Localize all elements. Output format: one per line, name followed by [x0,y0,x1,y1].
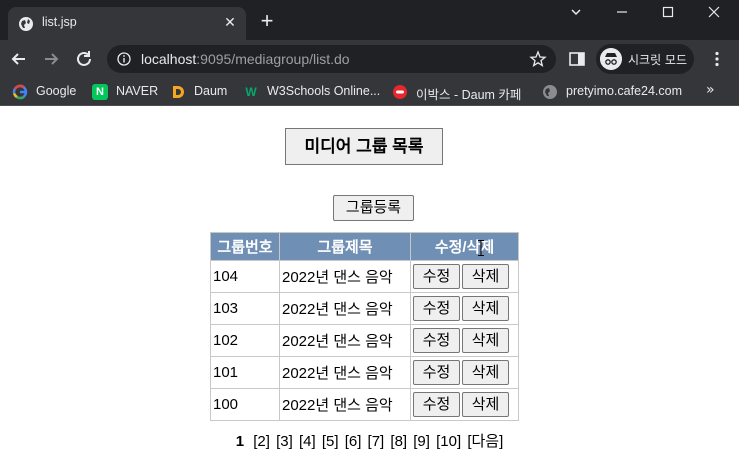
cell-group-number: 104 [210,260,280,293]
url-host: localhost [141,51,197,67]
google-icon [12,84,28,100]
page-link[interactable]: [4] [299,433,316,450]
table-row: 103 2022년 댄스 음악 수정 삭제 [210,292,519,325]
delete-button[interactable]: 삭제 [462,296,509,321]
address-bar[interactable]: localhost:9095/mediagroup/list.do [107,45,556,73]
page-link[interactable]: [8] [390,433,407,450]
cell-actions: 수정 삭제 [410,292,519,325]
register-group-button[interactable]: 그룹등록 [333,195,414,221]
page-content: 미디어 그룹 목록 그룹등록 그룹번호 그룹제목 수정/삭제 104 2022년… [0,107,739,464]
tab-search-icon[interactable] [553,0,599,28]
cell-group-number: 103 [210,292,280,325]
table-header-row: 그룹번호 그룹제목 수정/삭제 [210,232,519,261]
delete-button[interactable]: 삭제 [462,392,509,417]
header-group-title: 그룹제목 [279,232,411,261]
page-link[interactable]: [6] [345,433,362,450]
page-link[interactable]: [7] [368,433,385,450]
cell-group-number: 100 [210,388,280,421]
globe-icon [543,85,557,99]
page-link[interactable]: [2] [253,433,270,450]
bookmark-star-icon[interactable] [529,50,547,68]
url-path: :9095/mediagroup/list.do [196,51,350,67]
delete-button[interactable]: 삭제 [462,360,509,385]
delete-button[interactable]: 삭제 [462,328,509,353]
reload-icon[interactable] [73,48,95,70]
bookmark-label: pretyimo.cafe24.com [566,84,683,98]
page-next-link[interactable]: [다음] [467,433,503,450]
tab-strip: list.jsp ✕ + [0,0,739,40]
back-arrow-icon[interactable] [8,48,30,70]
new-tab-icon[interactable]: + [256,10,278,32]
table-row: 101 2022년 댄스 음악 수정 삭제 [210,356,519,389]
incognito-label: 시크릿 모드 [628,53,688,67]
more-vert-icon[interactable] [708,50,726,68]
cell-group-number: 102 [210,324,280,357]
tab-list-jsp[interactable]: list.jsp ✕ [8,7,246,40]
page-link[interactable]: [3] [276,433,293,450]
bookmark-label: NAVER [116,84,159,98]
url-text: localhost:9095/mediagroup/list.do [141,51,350,67]
cell-group-number: 101 [210,356,280,389]
edit-button[interactable]: 수정 [413,328,460,353]
bookmark-label: Daum [194,84,228,98]
naver-icon: N [92,84,108,100]
minimize-icon[interactable] [599,0,645,28]
forward-arrow-icon[interactable] [40,48,62,70]
bookmark-label: Google [36,84,77,98]
side-panel-icon[interactable] [568,50,586,68]
pagination: 1 [2] [3] [4] [5] [6] [7] [8] [9] [10] [… [0,430,739,451]
edit-button[interactable]: 수정 [413,360,460,385]
info-icon[interactable] [117,52,131,66]
table-row: 102 2022년 댄스 음악 수정 삭제 [210,324,519,357]
table-row: 100 2022년 댄스 음악 수정 삭제 [210,388,519,421]
edit-button[interactable]: 수정 [413,264,460,289]
cell-group-title: 2022년 댄스 음악 [279,356,411,389]
cell-actions: 수정 삭제 [410,260,519,293]
cell-actions: 수정 삭제 [410,388,519,421]
daum-cafe-icon [393,85,407,99]
maximize-icon[interactable] [645,0,691,28]
text-cursor-icon [478,240,484,256]
page-current: 1 [235,433,245,450]
table-row: 104 2022년 댄스 음악 수정 삭제 [210,260,519,293]
page-link[interactable]: [5] [322,433,339,450]
cell-actions: 수정 삭제 [410,324,519,357]
delete-button[interactable]: 삭제 [462,264,509,289]
cell-group-title: 2022년 댄스 음악 [279,292,411,325]
daum-icon [173,86,184,98]
w3schools-icon: W [245,85,257,99]
tab-title: list.jsp [42,15,77,29]
browser-toolbar: localhost:9095/mediagroup/list.do 시크릿 모드 [0,40,739,78]
page-link[interactable]: [10] [436,433,461,450]
bookmark-label: 이박스 - Daum 카페 [416,88,522,102]
header-edit-delete: 수정/삭제 [410,232,519,261]
close-tab-icon[interactable]: ✕ [220,13,240,33]
globe-icon [19,17,33,31]
incognito-icon [600,48,622,70]
bookmarks-bar: Google N NAVER Daum W W3Schools Online..… [0,78,739,106]
page-link[interactable]: [9] [413,433,430,450]
window-close-icon[interactable] [691,0,737,28]
cell-group-title: 2022년 댄스 음악 [279,388,411,421]
bookmark-label: W3Schools Online... [267,84,381,98]
header-group-number: 그룹번호 [210,232,280,261]
more-bookmarks-icon[interactable]: » [706,82,715,98]
cell-actions: 수정 삭제 [410,356,519,389]
cell-group-title: 2022년 댄스 음악 [279,260,411,293]
page-title: 미디어 그룹 목록 [285,128,443,165]
edit-button[interactable]: 수정 [413,296,460,321]
incognito-profile-button[interactable]: 시크릿 모드 [596,44,694,74]
edit-button[interactable]: 수정 [413,392,460,417]
group-table: 그룹번호 그룹제목 수정/삭제 104 2022년 댄스 음악 수정 삭제 103… [210,232,519,421]
cell-group-title: 2022년 댄스 음악 [279,324,411,357]
